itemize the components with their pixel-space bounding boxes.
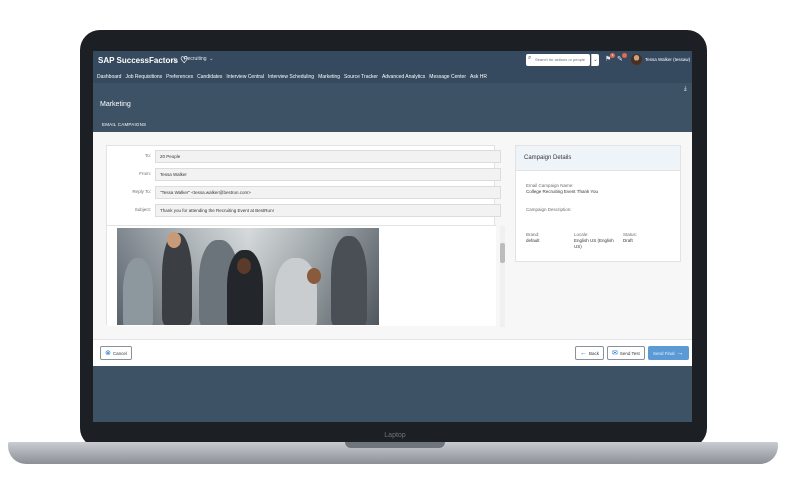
brand-value: default bbox=[526, 238, 540, 243]
home-icon[interactable]: ⌂ bbox=[172, 55, 177, 64]
notification-badge: 1 bbox=[610, 53, 615, 58]
cancel-button[interactable]: ⊗ Cancel bbox=[100, 346, 132, 360]
page-header: ⤓ Marketing EMAIL CAMPAIGNS bbox=[93, 83, 692, 132]
action-bar: ⊗ Cancel ← Back ✉ Send Test Send Final → bbox=[93, 339, 692, 366]
from-field[interactable]: Tessa Walker bbox=[155, 168, 501, 181]
main-nav: Dashboard Job Requisitions Preferences C… bbox=[93, 70, 692, 83]
arrow-right-icon: → bbox=[676, 349, 684, 357]
photo-figure bbox=[167, 232, 181, 248]
campaign-name-label: Email Campaign Name: bbox=[526, 183, 574, 188]
locale-value: English US (English US) bbox=[574, 238, 614, 249]
email-body-image bbox=[117, 228, 379, 325]
search-placeholder: Search for actions or people bbox=[535, 57, 586, 62]
cancel-icon: ⊗ bbox=[105, 350, 111, 357]
arrow-left-icon: ← bbox=[580, 349, 587, 357]
email-composer: To: 20 People From: Tessa Walker Reply T… bbox=[106, 145, 505, 327]
photo-figure bbox=[123, 258, 153, 325]
subject-row: Subject: Thank you for attending the Rec… bbox=[107, 202, 501, 219]
scroll-thumb[interactable] bbox=[500, 243, 505, 263]
todo-badge bbox=[622, 53, 627, 58]
cancel-label: Cancel bbox=[112, 350, 127, 356]
nav-candidates[interactable]: Candidates bbox=[197, 74, 222, 80]
photo-figure bbox=[307, 268, 321, 284]
search-input[interactable]: ⌕ Search for actions or people bbox=[526, 54, 590, 66]
brand-label: Brand: bbox=[526, 232, 540, 237]
nav-advanced-analytics[interactable]: Advanced Analytics bbox=[382, 74, 425, 80]
reply-to-label: Reply To: bbox=[132, 189, 151, 194]
laptop-label: Laptop bbox=[384, 432, 406, 439]
nav-ask-hr[interactable]: Ask HR bbox=[470, 74, 487, 80]
to-label: To: bbox=[144, 153, 151, 158]
logo-text: SAP SuccessFactors bbox=[98, 56, 178, 65]
send-final-button[interactable]: Send Final → bbox=[648, 346, 689, 360]
send-test-label: Send Test bbox=[619, 350, 640, 356]
tab-email-campaigns[interactable]: EMAIL CAMPAIGNS bbox=[102, 122, 146, 127]
nav-source-tracker[interactable]: Source Tracker bbox=[344, 74, 378, 80]
nav-preferences[interactable]: Preferences bbox=[166, 74, 193, 80]
nav-dashboard[interactable]: Dashboard bbox=[97, 74, 121, 80]
reply-to-field[interactable]: "Tessa Walker" <tessa.walker@bestrun.com… bbox=[155, 186, 501, 199]
from-row: From: Tessa Walker bbox=[107, 166, 501, 183]
nav-message-center[interactable]: Message Center bbox=[429, 74, 466, 80]
nav-marketing[interactable]: Marketing bbox=[318, 74, 340, 80]
module-label: Recruiting bbox=[184, 56, 207, 62]
campaign-description-label: Campaign Description: bbox=[526, 207, 572, 212]
status-label: Status: bbox=[623, 232, 638, 237]
campaign-name-value: College Recruiting Event Thank You bbox=[526, 189, 598, 194]
locale-label: Locale: bbox=[574, 232, 589, 237]
shell-bar: SAP SuccessFactors ♡ ⌂ Recruiting ⌄ ⌕ Se… bbox=[93, 51, 692, 83]
to-row: To: 20 People bbox=[107, 148, 501, 165]
status-value: Draft bbox=[623, 238, 633, 243]
editor-scrollbar[interactable] bbox=[500, 226, 505, 327]
from-label: From: bbox=[139, 171, 151, 176]
campaign-details-title: Campaign Details bbox=[524, 155, 572, 161]
photo-figure bbox=[237, 258, 251, 274]
user-menu[interactable]: Tessa Walker (tessaw) bbox=[645, 57, 690, 62]
laptop-hinge bbox=[345, 442, 445, 448]
reply-to-row: Reply To: "Tessa Walker" <tessa.walker@b… bbox=[107, 184, 501, 201]
screen: SAP SuccessFactors ♡ ⌂ Recruiting ⌄ ⌕ Se… bbox=[93, 51, 692, 422]
page-title: Marketing bbox=[100, 101, 131, 108]
nav-interview-scheduling[interactable]: Interview Scheduling bbox=[268, 74, 314, 80]
mail-icon: ✉ bbox=[612, 350, 618, 357]
campaign-details-panel: Campaign Details Email Campaign Name: Co… bbox=[515, 145, 681, 262]
back-button[interactable]: ← Back bbox=[575, 346, 605, 360]
back-label: Back bbox=[589, 350, 600, 356]
module-switcher[interactable]: Recruiting ⌄ bbox=[184, 56, 213, 62]
nav-job-requisitions[interactable]: Job Requisitions bbox=[125, 74, 162, 80]
campaign-details-header: Campaign Details bbox=[516, 146, 680, 171]
footer-bar bbox=[93, 366, 692, 422]
send-final-label: Send Final bbox=[653, 350, 675, 356]
content-area: To: 20 People From: Tessa Walker Reply T… bbox=[93, 132, 692, 366]
search-dropdown-button[interactable]: ⌄ bbox=[591, 54, 599, 66]
nav-interview-central[interactable]: Interview Central bbox=[226, 74, 264, 80]
email-body-editor[interactable] bbox=[107, 225, 505, 327]
to-field[interactable]: 20 People bbox=[155, 150, 501, 163]
send-test-button[interactable]: ✉ Send Test bbox=[607, 346, 645, 360]
subject-field[interactable]: Thank you for attending the Recruiting E… bbox=[155, 204, 501, 217]
subject-label: Subject: bbox=[134, 207, 151, 212]
collapse-icon[interactable]: ⤓ bbox=[684, 86, 687, 93]
avatar[interactable] bbox=[631, 54, 642, 65]
photo-figure bbox=[331, 236, 367, 325]
search-icon: ⌕ bbox=[528, 55, 532, 61]
